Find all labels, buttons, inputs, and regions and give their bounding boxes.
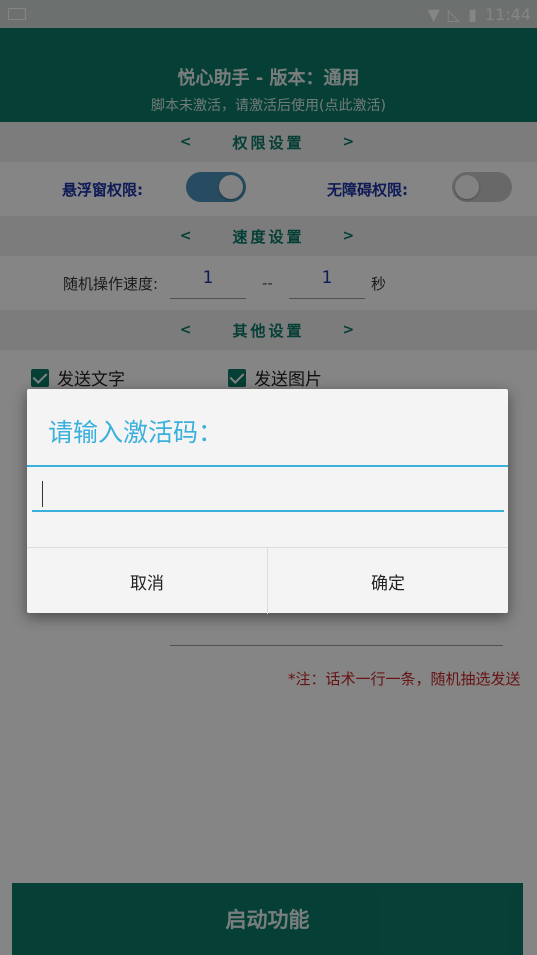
confirm-button[interactable]: 确定 (267, 548, 508, 614)
dialog-buttons: 取消 确定 (27, 547, 508, 614)
activation-dialog: 请输入激活码： 取消 确定 (27, 389, 508, 614)
cancel-button[interactable]: 取消 (27, 548, 267, 614)
dialog-title: 请输入激活码： (48, 418, 224, 447)
dialog-divider (27, 465, 508, 467)
text-caret (42, 481, 43, 507)
activation-code-input[interactable] (32, 478, 504, 512)
